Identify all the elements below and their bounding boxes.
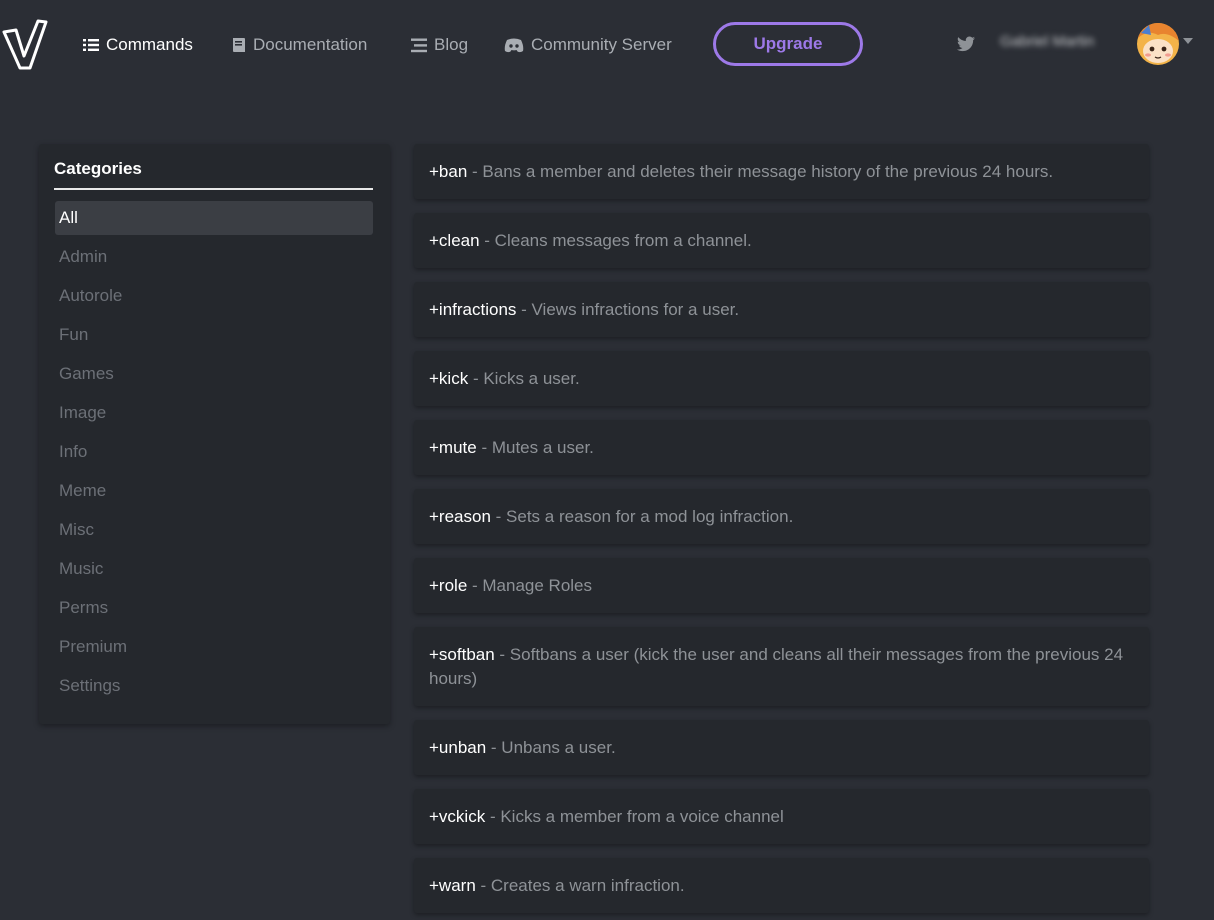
command-description: - Creates a warn infraction. — [475, 876, 685, 895]
command-name: +mute — [429, 438, 477, 457]
top-navbar: Commands Documentation Blog Community Se… — [0, 0, 1214, 90]
command-card-infractions[interactable]: +infractions - Views infractions for a u… — [414, 282, 1149, 337]
category-all[interactable]: All — [55, 201, 373, 235]
category-games[interactable]: Games — [55, 357, 373, 391]
command-card-reason[interactable]: +reason - Sets a reason for a mod log in… — [414, 489, 1149, 544]
discord-icon — [504, 38, 524, 52]
command-description: - Cleans messages from a channel. — [479, 231, 752, 250]
chevron-down-icon[interactable] — [1183, 38, 1193, 44]
nav-documentation-label: Documentation — [253, 35, 368, 54]
command-description: - Softbans a user (kick the user and cle… — [429, 645, 1124, 688]
book-icon — [233, 38, 245, 52]
command-card-clean[interactable]: +clean - Cleans messages from a channel. — [414, 213, 1149, 268]
command-description: - Views infractions for a user. — [516, 300, 740, 319]
command-name: +ban — [429, 162, 468, 181]
command-card-unban[interactable]: +unban - Unbans a user. — [414, 720, 1149, 775]
command-card-vckick[interactable]: +vckick - Kicks a member from a voice ch… — [414, 789, 1149, 844]
lines-icon — [411, 38, 427, 52]
category-music[interactable]: Music — [55, 552, 373, 586]
command-name: +reason — [429, 507, 491, 526]
category-fun[interactable]: Fun — [55, 318, 373, 352]
nav-community-server-link[interactable]: Community Server — [504, 32, 672, 58]
upgrade-button[interactable]: Upgrade — [713, 22, 863, 66]
command-name: +warn — [429, 876, 476, 895]
command-name: +softban — [429, 645, 495, 664]
nav-documentation-link[interactable]: Documentation — [232, 32, 367, 58]
command-description: - Mutes a user. — [476, 438, 594, 457]
command-list: +ban - Bans a member and deletes their m… — [414, 144, 1149, 920]
command-description: - Manage Roles — [467, 576, 593, 595]
categories-panel: Categories All Admin Autorole Fun Games … — [39, 144, 390, 724]
categories-divider — [54, 188, 373, 190]
command-card-kick[interactable]: +kick - Kicks a user. — [414, 351, 1149, 406]
username[interactable]: Gabriel Martin — [1000, 33, 1133, 53]
categories-title: Categories — [54, 159, 142, 178]
command-name: +vckick — [429, 807, 486, 826]
nav-community-server-label: Community Server — [531, 35, 672, 54]
category-meme[interactable]: Meme — [55, 474, 373, 508]
category-perms[interactable]: Perms — [55, 591, 373, 625]
command-card-ban[interactable]: +ban - Bans a member and deletes their m… — [414, 144, 1149, 199]
command-name: +kick — [429, 369, 469, 388]
twitter-icon[interactable] — [957, 36, 975, 52]
command-name: +infractions — [429, 300, 517, 319]
command-description: - Unbans a user. — [486, 738, 616, 757]
avatar-icon — [1137, 23, 1179, 65]
category-autorole[interactable]: Autorole — [55, 279, 373, 313]
command-description: - Bans a member and deletes their messag… — [467, 162, 1054, 181]
avatar[interactable] — [1137, 23, 1179, 65]
list-icon — [83, 39, 99, 51]
command-description: - Kicks a member from a voice channel — [485, 807, 784, 826]
command-card-warn[interactable]: +warn - Creates a warn infraction. — [414, 858, 1149, 913]
command-description: - Sets a reason for a mod log infraction… — [490, 507, 794, 526]
category-premium[interactable]: Premium — [55, 630, 373, 664]
command-card-mute[interactable]: +mute - Mutes a user. — [414, 420, 1149, 475]
command-card-role[interactable]: +role - Manage Roles — [414, 558, 1149, 613]
nav-blog-link[interactable]: Blog — [411, 32, 468, 58]
category-info[interactable]: Info — [55, 435, 373, 469]
category-image[interactable]: Image — [55, 396, 373, 430]
category-misc[interactable]: Misc — [55, 513, 373, 547]
category-admin[interactable]: Admin — [55, 240, 373, 274]
command-name: +role — [429, 576, 468, 595]
command-name: +unban — [429, 738, 487, 757]
category-settings[interactable]: Settings — [55, 669, 373, 703]
vainglory-v-logo[interactable] — [2, 18, 48, 70]
command-card-softban[interactable]: +softban - Softbans a user (kick the use… — [414, 627, 1149, 706]
nav-commands-label: Commands — [106, 35, 193, 54]
nav-commands-link[interactable]: Commands — [83, 32, 193, 58]
nav-blog-label: Blog — [434, 35, 469, 54]
category-list: All Admin Autorole Fun Games Image Info … — [55, 201, 373, 708]
command-name: +clean — [429, 231, 480, 250]
command-description: - Kicks a user. — [468, 369, 580, 388]
